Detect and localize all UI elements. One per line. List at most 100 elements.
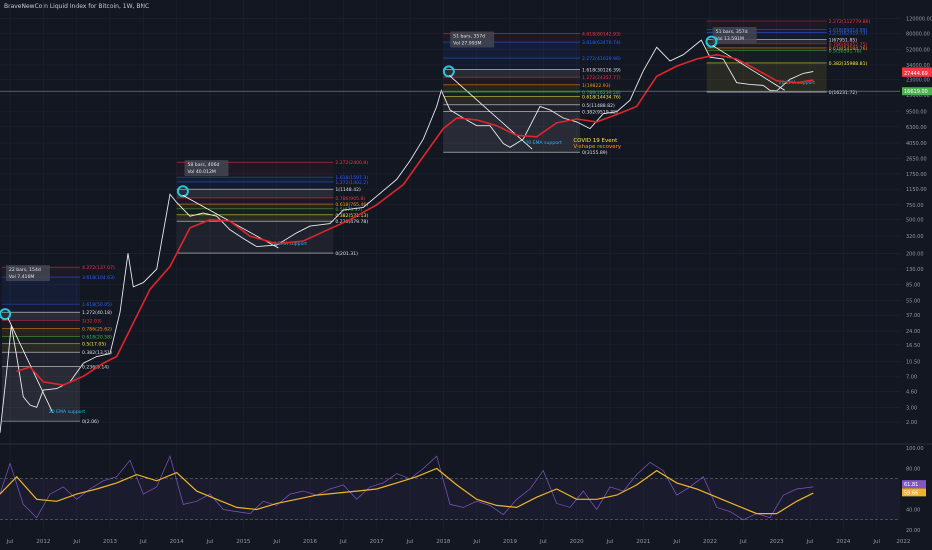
chart-svg[interactable]: 120000.0080000.0052000.0034000.0023000.0… [0,0,932,550]
x-tick-label: Jul [806,539,814,545]
cycle-vol-label: Vol 7.416M [9,274,34,280]
fib-label: 0.5(50591.78) [829,48,862,54]
fib-label: 3.618(63470.74) [582,40,621,46]
y-tick-label: 16.50 [906,343,920,349]
y-tick-label: 120000.00 [906,17,932,23]
fib-label: 4.272(137.07) [82,265,115,271]
fib-label: 0.786(25.62) [82,327,112,333]
y-tick-label: 1150.00 [906,187,927,193]
ema-support-label: 20 EMA support [49,409,86,415]
x-tick-label: 2012 [36,539,50,545]
fib-label: 1.272(24357.77) [582,75,621,81]
fib-band [443,58,580,70]
fib-label: 0.618(14434.76) [582,94,621,100]
fib-band [176,189,334,198]
fib-label: 1(19822.93) [582,83,611,89]
y-tick-label: 6300.00 [906,125,927,131]
y-tick-label: 200.00 [906,251,924,257]
fib-band [2,343,80,353]
y-tick-label: 55.00 [906,299,920,305]
fib-band [176,197,334,205]
fib-label: 0(3155.89) [582,150,608,156]
x-tick-label: 2018 [436,539,450,545]
fib-label: 0.618(20.58) [82,335,112,341]
y-tick-label: 23000.00 [906,77,930,83]
cycle-vol-label: Vol 27.993M [453,41,481,47]
x-tick-label: 2016 [303,539,317,545]
y-tick-label: 4.60 [906,390,917,396]
rsi-tag-label: 59.66 [904,490,918,496]
cycle-vol-label: Vol 13.591M [716,36,744,42]
y-tick-label: 52000.00 [906,47,930,53]
event-sublabel: V-shape recovery [573,144,622,150]
fib-label: 0(2.06) [82,419,99,425]
y-tick-label: 9500.00 [906,110,927,116]
x-tick-label: 2020 [570,539,584,545]
rsi-tick-label: 100.00 [906,446,924,452]
fib-label: 0(201.31) [335,251,358,257]
x-tick-label: 2022 [703,539,717,545]
x-tick-label: Jul [872,539,880,545]
x-tick-label: Jul [406,539,414,545]
fib-label: 2.272(41029.96) [582,56,621,62]
fib-label: 2.272(2400.8) [335,160,368,166]
x-tick-label: 2019 [503,539,517,545]
x-tick-label: 2022 [896,539,910,545]
fib-label: 4.618(80142.93) [582,32,621,38]
y-tick-label: 130.00 [906,267,924,273]
x-tick-label: 2017 [370,539,384,545]
fib-label: 1.272(40.18) [82,310,112,316]
fib-label: 1(32.03) [82,318,102,324]
fib-label: 1.618(50.05) [82,302,112,308]
x-tick-label: Jul [6,539,14,545]
y-tick-label: 1750.00 [906,172,927,178]
fib-band [176,181,334,190]
fib-label: 0.5(17.05) [82,342,106,348]
fib-label: 0.382(35988.81) [829,61,868,67]
x-tick-label: Jul [739,539,747,545]
y-tick-label: 4050.00 [906,141,927,147]
fib-band [443,92,580,97]
y-tick-label: 2650.00 [906,157,927,163]
cycle-bars-label: 51 bars, 357d [453,34,485,40]
y-tick-label: 3.00 [906,405,917,411]
fib-band [176,214,334,222]
fib-band [2,304,80,313]
fib-label: 3.618(104.63) [82,275,115,281]
cycle-vol-label: Vol 40.012M [188,169,216,175]
x-tick-label: Jul [606,539,614,545]
x-tick-label: Jul [206,539,214,545]
x-tick-label: Jul [472,539,480,545]
fib-label: 1.272(1402.2) [335,180,368,186]
x-tick-label: 2014 [170,539,184,545]
fib-band [443,96,580,105]
rsi-tick-label: 40.00 [906,508,920,514]
fib-label: 0.786(905.8) [335,196,365,202]
x-tick-label: Jul [339,539,347,545]
price-tag-label: 16619.00 [904,89,928,95]
fib-label: 1(1148.42) [335,187,361,193]
fib-band [2,312,80,321]
x-tick-label: Jul [139,539,147,545]
x-tick-label: Jul [539,539,547,545]
fib-band [443,69,580,78]
fib-band [2,352,80,367]
fib-label: 1.618(30126.39) [582,67,621,73]
y-tick-label: 7.00 [906,374,917,380]
ema-support-label: 20 EMA support [525,140,562,146]
x-tick-label: Jul [272,539,280,545]
y-tick-label: 37.00 [906,313,920,319]
fib-band [2,320,80,329]
fib-band [443,77,580,85]
fib-label: 0.5(11488.82) [582,103,615,109]
fib-label: 0.382(13.51) [82,350,112,356]
y-tick-label: 24.00 [906,329,920,335]
y-tick-label: 2.00 [906,420,917,426]
x-tick-label: 2015 [236,539,250,545]
rsi-tick-label: 20.00 [906,528,920,534]
fib-band [443,104,580,112]
y-tick-label: 85.00 [906,283,920,289]
rsi-tag-label: 61.81 [904,482,918,488]
price-tag-label: 27444.69 [904,71,928,77]
y-tick-label: 500.00 [906,218,924,224]
